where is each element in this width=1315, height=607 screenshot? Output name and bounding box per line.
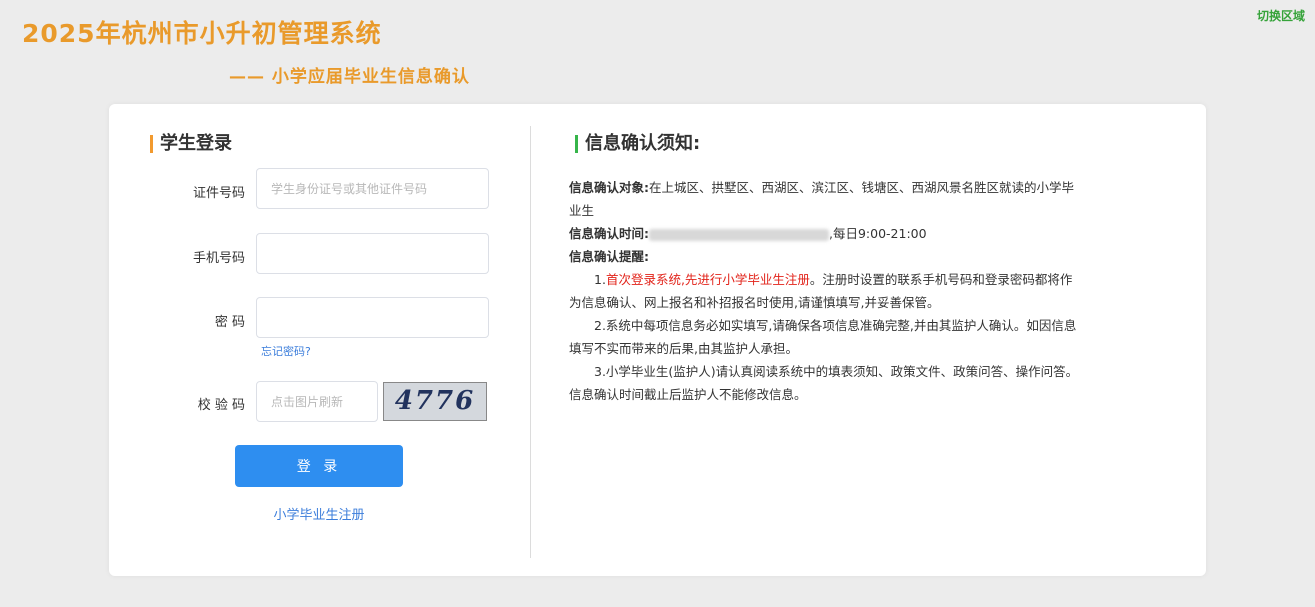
captcha-label: 校 验 码	[197, 398, 245, 413]
password-input[interactable]	[256, 297, 489, 338]
forgot-password-link[interactable]: 忘记密码?	[261, 343, 311, 359]
notice-item-1: 1.首次登录系统,先进行小学毕业生注册。注册时设置的联系手机号码和登录密码都将作…	[569, 272, 1073, 310]
captcha-image[interactable]: 4776	[383, 382, 487, 421]
login-button[interactable]: 登 录	[235, 445, 403, 487]
notice-body: 信息确认对象:在上城区、拱墅区、西湖区、滨江区、钱塘区、西湖风景名胜区就读的小学…	[569, 176, 1084, 406]
blurred-footer	[215, 598, 1115, 607]
blurred-date-range	[649, 228, 829, 241]
page-title: 2025年杭州市小升初管理系统	[22, 19, 382, 48]
notice-title: 信息确认须知:	[575, 134, 700, 154]
notice-item-2: 2.系统中每项信息务必如实填写,请确保各项信息准确完整,并由其监护人确认。如因信…	[569, 318, 1077, 356]
phone-input[interactable]	[256, 233, 489, 274]
notice-time: 信息确认时间: ,每日9:00-21:00	[569, 226, 927, 241]
register-link[interactable]: 小学毕业生注册	[235, 504, 403, 523]
switch-region-link[interactable]: 切换区域	[1257, 7, 1305, 24]
page-subtitle: —— 小学应届毕业生信息确认	[229, 67, 470, 87]
login-title: 学生登录	[150, 134, 232, 154]
password-label: 密 码	[214, 315, 245, 330]
phone-label: 手机号码	[192, 251, 245, 266]
main-card: 学生登录 证件号码 手机号码 密 码 忘记密码? 校 验 码 4776 登 录 …	[109, 104, 1206, 576]
captcha-input[interactable]	[256, 381, 378, 422]
notice-item-3: 3.小学毕业生(监护人)请认真阅读系统中的填表须知、政策文件、政策问答、操作问答…	[569, 364, 1079, 402]
id-number-input[interactable]	[256, 168, 489, 209]
id-label: 证件号码	[192, 186, 245, 201]
notice-reminder-label: 信息确认提醒:	[569, 249, 649, 264]
divider	[530, 126, 531, 558]
notice-target: 信息确认对象:在上城区、拱墅区、西湖区、滨江区、钱塘区、西湖风景名胜区就读的小学…	[569, 180, 1075, 218]
